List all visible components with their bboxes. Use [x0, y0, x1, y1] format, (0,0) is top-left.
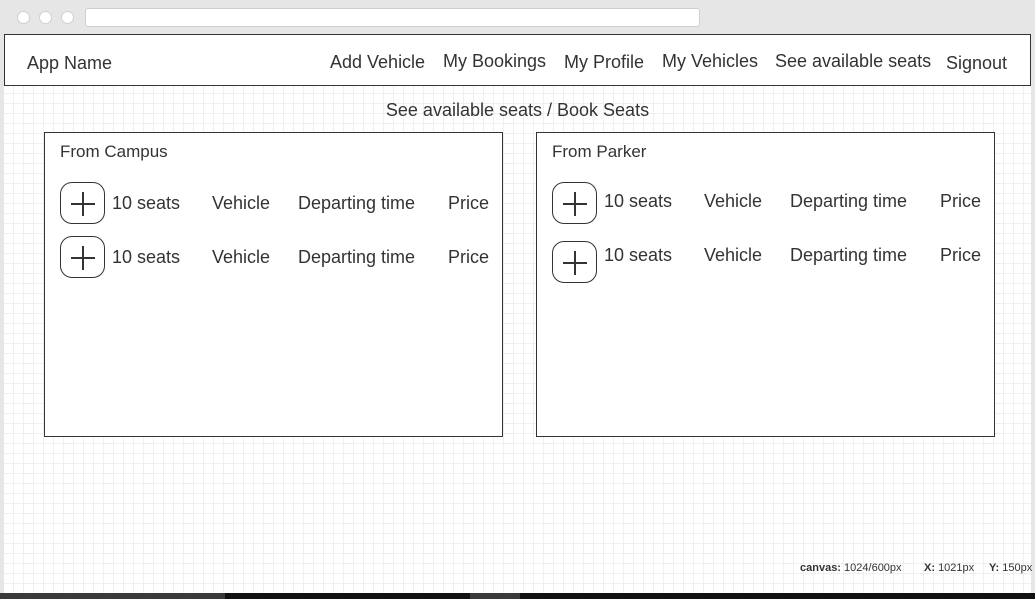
departing-time: Departing time: [298, 193, 416, 213]
x-label: X:: [924, 562, 935, 574]
seats-count: 10 seats: [604, 245, 673, 265]
seat-row: 10 seats Vehicle Departing time Price: [45, 182, 502, 224]
price-label: Price: [940, 245, 982, 265]
vehicle-label: Vehicle: [704, 191, 763, 211]
panel-from-campus: From Campus 10 seats Vehicle Departing t…: [44, 132, 503, 437]
canvas-value: 1024/600px: [844, 562, 902, 574]
departing-time: Departing time: [790, 191, 908, 211]
price-label: Price: [448, 193, 490, 213]
browser-window: App Name Add Vehicle My Bookings My Prof…: [0, 0, 1035, 593]
seat-row: 10 seats Vehicle Departing time Price: [537, 182, 994, 224]
vehicle-label: Vehicle: [212, 247, 271, 267]
nav-signout[interactable]: Signout: [946, 53, 1007, 74]
seat-row: 10 seats Vehicle Departing time Price: [537, 241, 994, 283]
price-label: Price: [448, 247, 490, 267]
nav-add-vehicle[interactable]: Add Vehicle: [330, 52, 425, 73]
plus-icon[interactable]: [552, 182, 597, 224]
price-label: Price: [940, 191, 982, 211]
nav-my-bookings[interactable]: My Bookings: [443, 51, 546, 72]
seats-count: 10 seats: [112, 193, 181, 213]
panel-title: From Parker: [552, 142, 647, 161]
seat-row: 10 seats Vehicle Departing time Price: [45, 236, 502, 278]
browser-chrome: [4, 0, 1031, 34]
nav-my-vehicles[interactable]: My Vehicles: [662, 51, 758, 72]
plus-icon[interactable]: [60, 236, 105, 278]
app-name[interactable]: App Name: [27, 53, 112, 74]
taskbar-segment: [0, 593, 225, 599]
window-maximize-dot[interactable]: [61, 11, 74, 24]
page-canvas: App Name Add Vehicle My Bookings My Prof…: [4, 34, 1032, 593]
plus-icon[interactable]: [60, 182, 105, 224]
departing-time: Departing time: [298, 247, 416, 267]
window-close-dot[interactable]: [17, 11, 30, 24]
x-coordinate-readout: X: 1021px: [924, 562, 974, 574]
plus-icon[interactable]: [552, 241, 597, 283]
y-label: Y:: [989, 562, 1000, 574]
taskbar: [0, 593, 1035, 599]
nav-my-profile[interactable]: My Profile: [564, 52, 644, 73]
y-value: 150px: [1002, 562, 1033, 574]
address-bar[interactable]: [85, 8, 700, 27]
y-coordinate-readout: Y: 150px: [989, 562, 1032, 574]
top-navbar: App Name Add Vehicle My Bookings My Prof…: [4, 34, 1031, 86]
panel-title: From Campus: [60, 142, 168, 161]
vehicle-label: Vehicle: [212, 193, 271, 213]
taskbar-segment: [470, 593, 520, 599]
canvas-size-readout: canvas: 1024/600px: [800, 562, 902, 574]
page-title: See available seats / Book Seats: [385, 100, 650, 120]
nav-see-available-seats[interactable]: See available seats: [775, 51, 931, 72]
vehicle-label: Vehicle: [704, 245, 763, 265]
x-value: 1021px: [938, 562, 975, 574]
seats-count: 10 seats: [604, 191, 673, 211]
departing-time: Departing time: [790, 245, 908, 265]
panel-from-parker: From Parker 10 seats Vehicle Departing t…: [536, 132, 995, 437]
canvas-label: canvas:: [800, 562, 841, 574]
seats-count: 10 seats: [112, 247, 181, 267]
window-minimize-dot[interactable]: [39, 11, 52, 24]
